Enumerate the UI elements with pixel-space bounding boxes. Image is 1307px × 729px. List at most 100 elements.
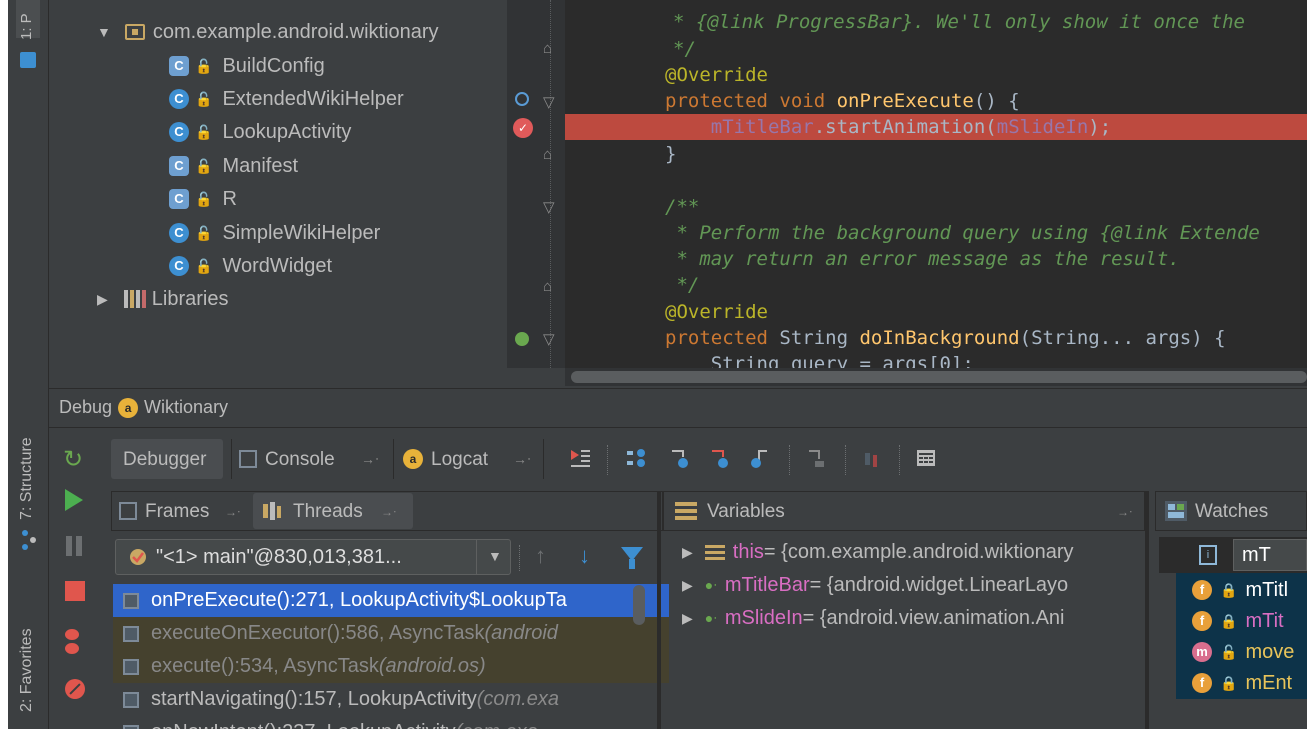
project-icon[interactable] [20,52,36,68]
watch-type-icon: i [1199,545,1217,565]
move-down-icon[interactable]: ↓ [579,543,590,569]
tree-class-row[interactable]: C 🔓 ExtendedWikiHelper [169,84,404,114]
pin-icon[interactable]: →ᐧ [513,451,531,468]
lock-icon: 🔒 [1220,674,1238,691]
expand-arrow-icon[interactable]: ▶ [682,610,693,627]
divider [899,445,901,475]
force-step-into-icon[interactable] [709,447,731,474]
pin-icon[interactable]: →ᐧ [381,505,396,519]
completion-item[interactable]: f 🔒 mTit [1180,606,1307,636]
variable-name: this [732,540,764,563]
frame-row[interactable]: executeOnExecutor():586, AsyncTask (andr… [113,617,669,650]
project-tab[interactable]: 1: P [18,13,35,40]
tree-class-row[interactable]: C 🔓 LookupActivity [169,117,351,147]
expand-arrow-icon[interactable]: ▼ [97,24,111,40]
rerun-icon[interactable]: ↻ [63,445,83,474]
structure-tab[interactable]: 7: Structure [18,437,36,520]
class-icon: C [169,256,189,276]
divider [393,439,394,479]
watch-input[interactable]: mT [1233,539,1307,571]
move-up-icon[interactable]: ↑ [535,543,546,569]
collapse-arrow-icon[interactable]: ▶ [97,291,108,308]
variables-icon [675,501,697,521]
pin-icon[interactable]: →ᐧ [361,451,379,468]
variable-value: = {android.view.animation.Ani [802,606,1065,629]
breakpoint-icon[interactable]: ✓ [513,118,533,138]
editor-gutter: ⌂ ▽ ⌂ ▽ ⌂ ▽ ✓ [507,0,566,368]
tab-logcat[interactable]: Logcat [431,449,488,471]
drop-frame-icon[interactable] [805,447,827,474]
frames-tab[interactable]: Frames [145,501,209,523]
tree-package-row[interactable]: ▼ com.example.android.wiktionary [97,17,439,47]
variable-row[interactable]: ▶ ●ᐧ mTitleBar = {android.widget.LinearL… [674,570,1144,600]
frame-row-selected[interactable]: onPreExecute():271, LookupActivity$Looku… [113,584,669,617]
show-execution-point-icon[interactable] [569,447,591,469]
run-to-cursor-icon[interactable] [861,447,883,474]
frame-icon [123,658,139,675]
implements-icon[interactable] [515,332,529,346]
mute-breakpoints-icon[interactable] [65,679,85,699]
variable-row[interactable]: ▶ this = {com.example.android.wiktionary [674,537,1144,567]
pane-splitter[interactable] [657,491,661,729]
completion-item[interactable]: f 🔒 mTitl [1180,575,1307,605]
method-badge-icon: m [1192,642,1212,662]
tree-libraries-row[interactable]: ▶ Libraries [97,284,228,314]
evaluate-expression-icon[interactable] [915,447,937,474]
fold-start-icon[interactable]: ▽ [543,93,555,111]
code-editor[interactable]: * {@link ProgressBar}. We'll only show i… [565,0,1307,368]
tree-class-row[interactable]: C 🔓 SimpleWikiHelper [169,218,380,248]
fold-end-icon[interactable]: ⌂ [543,40,552,57]
scrollbar-thumb[interactable] [571,371,1307,383]
lock-icon: 🔒 [1220,581,1238,598]
override-icon[interactable] [515,92,529,106]
thread-select[interactable]: "<1> main"@830,013,381... ▼ [115,539,511,575]
fold-start-icon[interactable]: ▽ [543,330,555,348]
thread-suspended-icon [128,547,148,567]
view-breakpoints-icon[interactable] [65,629,83,655]
editor-horizontal-scrollbar[interactable] [565,368,1307,386]
stop-icon[interactable] [65,581,85,601]
fold-end-icon[interactable]: ⌂ [543,278,552,295]
expand-arrow-icon[interactable]: ▶ [682,577,693,594]
completion-text: mTitl [1245,578,1289,601]
fold-start-icon[interactable]: ▽ [543,198,555,216]
tree-class-row[interactable]: C 🔓 BuildConfig [169,51,325,81]
frame-row[interactable]: execute():534, AsyncTask (android.os) [113,650,669,683]
frame-icon [123,592,139,609]
frames-scrollbar[interactable] [633,585,645,625]
lock-icon: 🔓 [195,190,213,207]
favorites-tab[interactable]: 2: Favorites [18,628,36,712]
frame-row[interactable]: startNavigating():157, LookupActivity (c… [113,683,669,716]
variable-row[interactable]: ▶ ●ᐧ mSlideIn = {android.view.animation.… [674,603,1144,633]
pause-icon[interactable] [66,536,82,556]
pin-icon[interactable]: →ᐧ [225,505,240,519]
class-name: R [222,187,237,210]
step-out-icon[interactable] [749,447,771,474]
tree-class-row[interactable]: C 🔓 Manifest [169,151,298,181]
step-into-icon[interactable] [669,447,691,474]
class-file-icon: C [169,156,189,176]
tree-class-row[interactable]: C 🔓 R [169,184,237,214]
threads-tab[interactable]: Threads [293,501,363,523]
completion-item[interactable]: f 🔒 mEnt [1180,668,1307,698]
step-over-icon[interactable] [625,447,647,474]
tree-class-row[interactable]: C 🔓 WordWidget [169,251,332,281]
pin-icon[interactable]: →ᐧ [1117,505,1132,519]
variables-title: Variables [707,501,785,522]
fold-end-icon[interactable]: ⌂ [543,146,552,163]
debug-tool-window: Debug a Wiktionary ↻ Debugger Console →ᐧ… [49,388,1307,729]
tab-console[interactable]: Console [265,449,335,471]
pane-splitter[interactable] [1145,491,1149,729]
completion-item[interactable]: m 🔓 move [1180,637,1307,667]
dropdown-arrow-icon[interactable]: ▼ [488,548,502,564]
structure-icon [21,530,37,555]
thread-select-value: "<1> main"@830,013,381... [156,546,402,568]
resume-icon[interactable] [65,489,83,511]
filter-icon-stem [629,559,635,569]
expand-arrow-icon[interactable]: ▶ [682,544,693,561]
frame-row[interactable]: onNewIntent():237, LookupActivity (com.e… [113,716,669,729]
variable-name: mTitleBar [724,573,810,596]
divider [519,545,521,571]
divider [845,445,847,475]
tab-debugger[interactable]: Debugger [123,449,206,471]
